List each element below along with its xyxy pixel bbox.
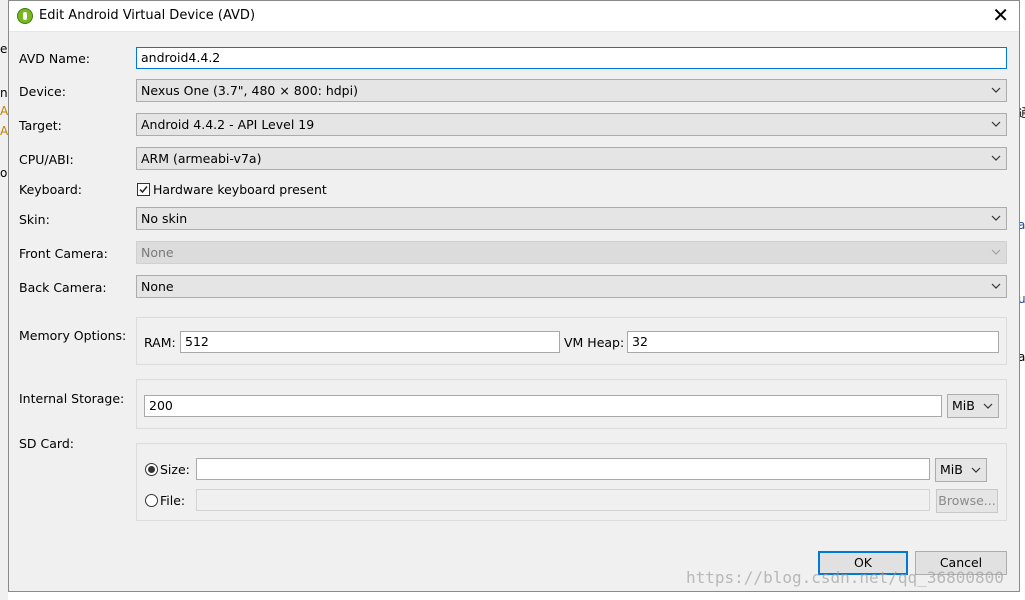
skin-label: Skin: — [19, 212, 50, 227]
skin-select-value: No skin — [141, 211, 188, 226]
background-fragment: e — [0, 42, 8, 56]
front-camera-label: Front Camera: — [19, 246, 108, 261]
background-fragment: A — [0, 104, 9, 118]
target-select[interactable]: Android 4.4.2 - API Level 19 — [136, 113, 1007, 136]
cpu-abi-select-value: ARM (armeabi-v7a) — [141, 151, 262, 166]
background-fragment: o — [0, 166, 8, 180]
chevron-down-icon — [991, 155, 1001, 161]
chevron-down-icon — [971, 467, 981, 473]
android-app-icon — [17, 8, 33, 24]
internal-storage-label: Internal Storage: — [19, 391, 125, 406]
hardware-keyboard-label[interactable]: Hardware keyboard present — [153, 182, 327, 197]
internal-storage-unit-select[interactable]: MiB — [947, 394, 999, 418]
vm-heap-input[interactable]: 32 — [627, 331, 999, 353]
back-camera-select[interactable]: None — [136, 275, 1007, 298]
sd-file-label[interactable]: File: — [160, 493, 185, 508]
sd-size-radio[interactable] — [145, 463, 158, 476]
sd-file-input[interactable] — [196, 489, 930, 511]
sd-card-group: Size: MiB File: Browse... — [136, 443, 1007, 521]
chevron-down-icon — [991, 215, 1001, 221]
device-select[interactable]: Nexus One (3.7", 480 × 800: hdpi) — [136, 79, 1007, 102]
device-label: Device: — [19, 84, 66, 99]
back-camera-label: Back Camera: — [19, 280, 107, 295]
target-label: Target: — [19, 118, 62, 133]
sd-size-label[interactable]: Size: — [160, 462, 190, 477]
front-camera-select[interactable]: None — [136, 241, 1007, 264]
memory-options-group: RAM: 512 VM Heap: 32 — [136, 317, 1007, 365]
cpu-abi-label: CPU/ABI: — [19, 152, 74, 167]
ram-input[interactable]: 512 — [180, 331, 560, 353]
avd-name-label: AVD Name: — [19, 51, 90, 66]
sd-size-unit-value: MiB — [940, 462, 963, 477]
device-select-value: Nexus One (3.7", 480 × 800: hdpi) — [141, 83, 358, 98]
background-fragment: A — [0, 124, 9, 138]
sd-file-radio[interactable] — [145, 494, 158, 507]
memory-options-label: Memory Options: — [19, 328, 127, 343]
background-fragment: n — [0, 86, 8, 100]
front-camera-select-value: None — [141, 245, 174, 260]
browse-button[interactable]: Browse... — [936, 489, 998, 513]
sd-size-unit-select[interactable]: MiB — [935, 458, 987, 482]
close-icon[interactable]: ✕ — [992, 4, 1009, 26]
cpu-abi-select[interactable]: ARM (armeabi-v7a) — [136, 147, 1007, 170]
chevron-down-icon — [991, 121, 1001, 127]
internal-storage-group: 200 MiB — [136, 379, 1007, 429]
vm-heap-label: VM Heap: — [564, 335, 625, 350]
sd-size-input[interactable] — [196, 458, 930, 480]
watermark: https://blog.csdn.net/qq_36800800 — [686, 568, 1004, 587]
sd-card-label: SD Card: — [19, 436, 74, 451]
chevron-down-icon — [991, 249, 1001, 255]
chevron-down-icon — [983, 403, 993, 409]
title-bar: Edit Android Virtual Device (AVD) ✕ — [9, 1, 1019, 32]
target-select-value: Android 4.4.2 - API Level 19 — [141, 117, 315, 132]
chevron-down-icon — [991, 283, 1001, 289]
chevron-down-icon — [991, 87, 1001, 93]
avd-name-input[interactable]: android4.4.2 — [136, 47, 1007, 69]
internal-storage-unit-value: MiB — [952, 398, 975, 413]
ram-label: RAM: — [144, 335, 176, 350]
checkmark-icon — [139, 186, 148, 194]
skin-select[interactable]: No skin — [136, 207, 1007, 230]
edit-avd-dialog: Edit Android Virtual Device (AVD) ✕ AVD … — [8, 0, 1020, 592]
hardware-keyboard-checkbox[interactable] — [137, 183, 150, 196]
dialog-title: Edit Android Virtual Device (AVD) — [39, 8, 256, 23]
keyboard-label: Keyboard: — [19, 182, 82, 197]
internal-storage-input[interactable]: 200 — [144, 395, 942, 417]
back-camera-select-value: None — [141, 279, 174, 294]
